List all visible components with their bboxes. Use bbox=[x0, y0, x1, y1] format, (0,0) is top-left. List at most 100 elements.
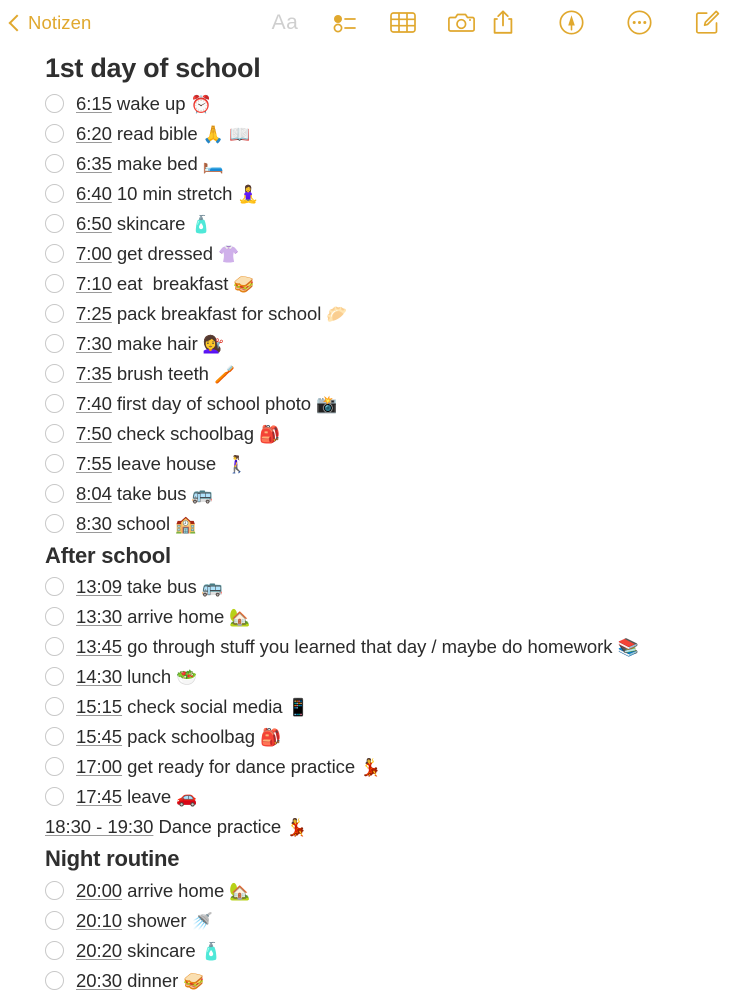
checkbox-icon[interactable] bbox=[45, 94, 64, 114]
time-link[interactable]: 17:45 bbox=[76, 786, 122, 807]
checklist-row[interactable]: 14:30 lunch 🥗 bbox=[0, 662, 736, 692]
checklist-row-label: 7:00 get dressed 👚 bbox=[76, 243, 240, 266]
camera-icon bbox=[447, 12, 475, 33]
checkbox-icon[interactable] bbox=[45, 577, 64, 597]
time-link[interactable]: 14:30 bbox=[76, 666, 122, 687]
checkbox-icon[interactable] bbox=[45, 394, 64, 414]
markup-button[interactable] bbox=[556, 8, 586, 38]
item-emoji: 🧴 bbox=[190, 215, 212, 236]
time-link[interactable]: 13:30 bbox=[76, 606, 122, 627]
checkbox-icon[interactable] bbox=[45, 214, 64, 234]
checkbox-icon[interactable] bbox=[45, 757, 64, 777]
checkbox-icon[interactable] bbox=[45, 454, 64, 474]
checkbox-icon[interactable] bbox=[45, 727, 64, 747]
time-link[interactable]: 6:20 bbox=[76, 123, 112, 144]
more-options-button[interactable] bbox=[624, 8, 654, 38]
checkbox-icon[interactable] bbox=[45, 514, 64, 534]
time-link[interactable]: 7:10 bbox=[76, 273, 112, 294]
note-toolbar: Notizen Aa bbox=[0, 0, 736, 45]
checklist-row[interactable]: 13:09 take bus 🚌 bbox=[0, 572, 736, 602]
checkbox-icon[interactable] bbox=[45, 364, 64, 384]
checkbox-icon[interactable] bbox=[45, 637, 64, 657]
checklist-row[interactable]: 7:35 brush teeth 🪥 bbox=[0, 359, 736, 389]
checklist-row[interactable]: 6:40 10 min stretch 🧘‍♀️ bbox=[0, 179, 736, 209]
note-content[interactable]: 1st day of school 6:15 wake up ⏰ 6:20 rea… bbox=[0, 45, 736, 996]
checklist-row[interactable]: 15:15 check social media 📱 bbox=[0, 692, 736, 722]
time-link[interactable]: 20:20 bbox=[76, 940, 122, 961]
checklist-row[interactable]: 7:30 make hair 💇‍♀️ bbox=[0, 329, 736, 359]
checkbox-icon[interactable] bbox=[45, 124, 64, 144]
checklist-row[interactable]: 13:30 arrive home 🏡 bbox=[0, 602, 736, 632]
text-format-button[interactable]: Aa bbox=[268, 8, 302, 38]
time-link[interactable]: 15:15 bbox=[76, 696, 122, 717]
time-link[interactable]: 13:45 bbox=[76, 636, 122, 657]
checklist-row[interactable]: 20:10 shower 🚿 bbox=[0, 906, 736, 936]
checkbox-icon[interactable] bbox=[45, 304, 64, 324]
checkbox-icon[interactable] bbox=[45, 940, 64, 960]
time-link[interactable]: 6:50 bbox=[76, 213, 112, 234]
checkbox-icon[interactable] bbox=[45, 184, 64, 204]
checkbox-icon[interactable] bbox=[45, 607, 64, 627]
checklist-row[interactable]: 17:00 get ready for dance practice 💃 bbox=[0, 752, 736, 782]
time-link[interactable]: 6:35 bbox=[76, 153, 112, 174]
time-link[interactable]: 7:25 bbox=[76, 303, 112, 324]
time-link[interactable]: 7:50 bbox=[76, 423, 112, 444]
checklist-row[interactable]: 6:20 read bible 🙏 📖 bbox=[0, 119, 736, 149]
checklist-row[interactable]: 7:55 leave house 🚶‍♀️ bbox=[0, 449, 736, 479]
markup-pen-icon bbox=[558, 10, 584, 35]
checklist-row[interactable]: 6:50 skincare 🧴 bbox=[0, 209, 736, 239]
checklist-row[interactable]: 8:30 school 🏫 bbox=[0, 509, 736, 539]
checkbox-icon[interactable] bbox=[45, 424, 64, 444]
item-emoji: 🛏️ bbox=[202, 155, 224, 176]
checklist-row[interactable]: 17:45 leave 🚗 bbox=[0, 782, 736, 812]
time-link[interactable]: 13:09 bbox=[76, 576, 122, 597]
compose-icon bbox=[695, 10, 720, 35]
checklist-row[interactable]: 15:45 pack schoolbag 🎒 bbox=[0, 722, 736, 752]
time-link[interactable]: 7:00 bbox=[76, 243, 112, 264]
insert-table-button[interactable] bbox=[388, 8, 418, 38]
time-link[interactable]: 15:45 bbox=[76, 726, 122, 747]
time-link[interactable]: 6:15 bbox=[76, 93, 112, 114]
checklist-row[interactable]: 13:45 go through stuff you learned that … bbox=[0, 632, 736, 662]
checkbox-icon[interactable] bbox=[45, 880, 64, 900]
checklist-row[interactable]: 7:00 get dressed 👚 bbox=[0, 239, 736, 269]
checklist-row[interactable]: 7:50 check schoolbag 🎒 bbox=[0, 419, 736, 449]
time-link[interactable]: 8:04 bbox=[76, 483, 112, 504]
checkbox-icon[interactable] bbox=[45, 970, 64, 990]
checklist-row[interactable]: 20:20 skincare 🧴 bbox=[0, 936, 736, 966]
checkbox-icon[interactable] bbox=[45, 274, 64, 294]
checklist-row[interactable]: 20:30 dinner 🥪 bbox=[0, 966, 736, 996]
time-link[interactable]: 20:10 bbox=[76, 910, 122, 931]
time-link[interactable]: 20:00 bbox=[76, 880, 122, 901]
compose-button[interactable] bbox=[692, 8, 722, 38]
checkbox-icon[interactable] bbox=[45, 667, 64, 687]
time-link[interactable]: 7:30 bbox=[76, 333, 112, 354]
time-link[interactable]: 7:40 bbox=[76, 393, 112, 414]
checkbox-icon[interactable] bbox=[45, 910, 64, 930]
checklist-button[interactable] bbox=[330, 8, 360, 38]
checkbox-icon[interactable] bbox=[45, 244, 64, 264]
checklist-row[interactable]: 6:35 make bed 🛏️ bbox=[0, 149, 736, 179]
checkbox-icon[interactable] bbox=[45, 154, 64, 174]
checklist-row[interactable]: 20:00 arrive home 🏡 bbox=[0, 876, 736, 906]
time-link[interactable]: 8:30 bbox=[76, 513, 112, 534]
checkbox-icon[interactable] bbox=[45, 484, 64, 504]
checklist-row[interactable]: 8:04 take bus 🚌 bbox=[0, 479, 736, 509]
time-link[interactable]: 7:55 bbox=[76, 453, 112, 474]
checklist-row[interactable]: 7:40 first day of school photo 📸 bbox=[0, 389, 736, 419]
time-link[interactable]: 6:40 bbox=[76, 183, 112, 204]
time-link[interactable]: 7:35 bbox=[76, 363, 112, 384]
time-link[interactable]: 18:30 - 19:30 bbox=[45, 816, 153, 837]
checklist-row[interactable]: 7:25 pack breakfast for school 🥟 bbox=[0, 299, 736, 329]
camera-button[interactable] bbox=[446, 8, 476, 38]
share-button[interactable] bbox=[488, 8, 518, 38]
time-link[interactable]: 20:30 bbox=[76, 970, 122, 991]
checkbox-icon[interactable] bbox=[45, 697, 64, 717]
checklist-row-label: 20:30 dinner 🥪 bbox=[76, 969, 205, 992]
time-link[interactable]: 17:00 bbox=[76, 756, 122, 777]
checkbox-icon[interactable] bbox=[45, 787, 64, 807]
checkbox-icon[interactable] bbox=[45, 334, 64, 354]
checklist-row[interactable]: 6:15 wake up ⏰ bbox=[0, 89, 736, 119]
checklist-row[interactable]: 7:10 eat breakfast 🥪 bbox=[0, 269, 736, 299]
back-to-notes-button[interactable]: Notizen bbox=[8, 12, 91, 34]
